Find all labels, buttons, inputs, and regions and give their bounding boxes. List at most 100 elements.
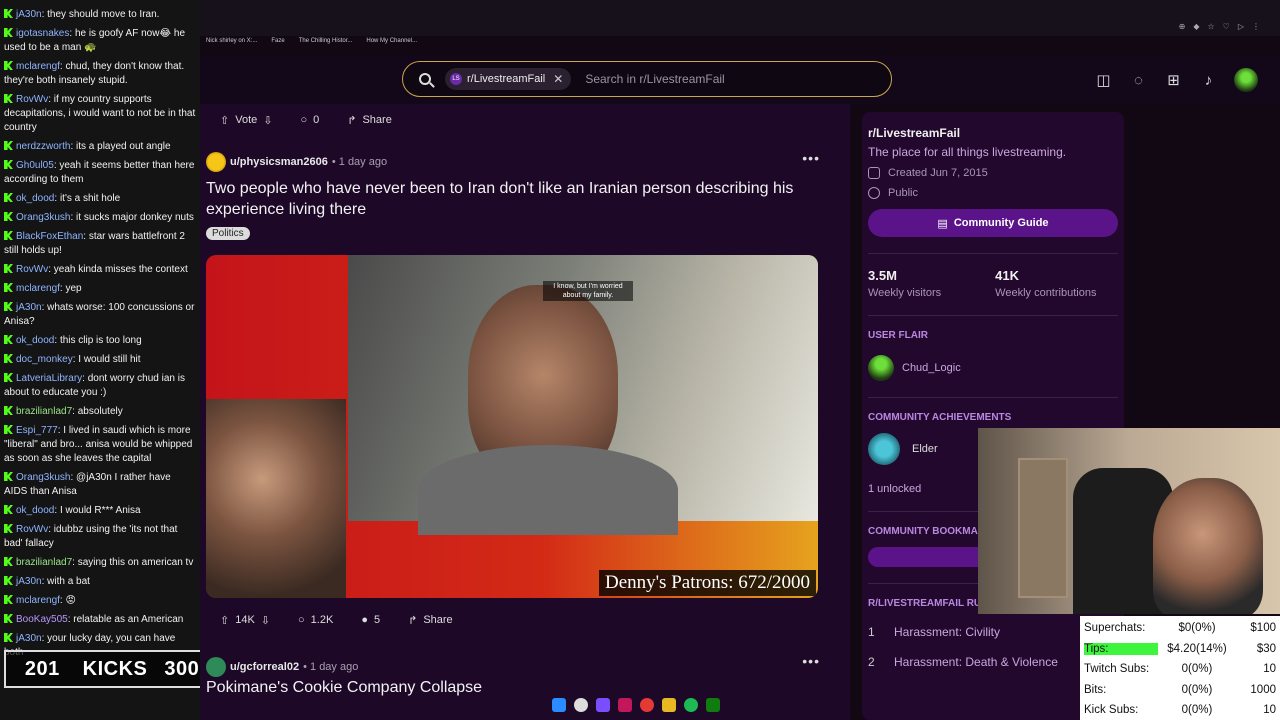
webcam-door <box>1018 458 1068 598</box>
post-title[interactable]: Pokimane's Cookie Company Collapse <box>206 679 482 697</box>
ad-icon[interactable]: ◫ <box>1094 71 1113 90</box>
share-button[interactable]: ↱ Share <box>400 606 461 634</box>
folder-icon[interactable] <box>662 698 676 712</box>
downvote-icon[interactable]: ⇩ <box>261 614 270 627</box>
chat-message: BooKay505: relatable as an American <box>4 613 196 627</box>
upvote-icon[interactable]: ⇧ <box>220 114 229 127</box>
bookmark-item[interactable]: Nick shirley on X:... <box>206 38 257 54</box>
chrome-icon[interactable] <box>640 698 654 712</box>
user-flair[interactable]: Chud_Logic <box>868 355 1118 381</box>
user-avatar[interactable] <box>206 152 226 172</box>
play-icon[interactable]: ▷ <box>1238 22 1244 31</box>
menu-icon[interactable]: ⋮ <box>1252 22 1260 31</box>
kick-badge-icon <box>4 28 13 37</box>
chat-username[interactable]: RovWv <box>16 524 48 535</box>
chat-username[interactable]: nerdzzworth <box>16 141 70 152</box>
chat-message: ok_dood: this clip is too long <box>4 334 196 348</box>
post-author[interactable]: u/gcforreal02 <box>230 661 299 673</box>
vote-button[interactable]: ⇧ 14K ⇩ <box>212 606 278 634</box>
subreddit-chip[interactable]: LS r/LivestreamFail ✕ <box>445 68 572 90</box>
bell-icon[interactable]: ♪ <box>1199 71 1218 90</box>
chat-username[interactable]: mclarengf <box>16 595 60 606</box>
post-video[interactable]: I know, but I'm worried about my family.… <box>206 255 818 598</box>
chat-username[interactable]: igotasnakes <box>16 28 69 39</box>
comments-button[interactable]: ○ 0 <box>292 106 327 134</box>
post-time: • 1 day ago <box>331 156 388 168</box>
chat-username[interactable]: jA30n <box>16 576 42 587</box>
search-bar[interactable]: LS r/LivestreamFail ✕ Search in r/Livest… <box>402 61 892 97</box>
upvote-icon[interactable]: ⇧ <box>220 614 229 627</box>
chat-username[interactable]: Gh0ul05 <box>16 160 54 171</box>
spotify-icon[interactable] <box>684 698 698 712</box>
search-input[interactable]: Search in r/LivestreamFail <box>585 72 724 86</box>
chat-username[interactable]: mclarengf <box>16 283 60 294</box>
chat-username[interactable]: ok_dood <box>16 193 54 204</box>
chat-username[interactable]: jA30n <box>16 9 42 20</box>
share-button[interactable]: ↱ Share <box>339 106 400 134</box>
search-icon[interactable] <box>574 698 588 712</box>
chat-username[interactable]: LatveriaLibrary <box>16 373 82 384</box>
chat-username[interactable]: Orang3kush <box>16 472 70 483</box>
chat-username[interactable]: ok_dood <box>16 335 54 346</box>
chat-username[interactable]: Espi_777 <box>16 425 58 436</box>
award-button[interactable]: ● 5 <box>353 606 388 634</box>
chat-username[interactable]: doc_monkey <box>16 354 73 365</box>
downvote-icon[interactable]: ⇩ <box>263 114 272 127</box>
comments-button[interactable]: ○ 1.2K <box>290 606 341 634</box>
discord-icon[interactable] <box>596 698 610 712</box>
chat-username[interactable]: brazilianlad7 <box>16 406 72 417</box>
chat-username[interactable]: Orang3kush <box>16 212 70 223</box>
bookmark-item[interactable]: How My Channel... <box>366 38 417 54</box>
kick-badge-icon <box>4 61 13 70</box>
chat-username[interactable]: mclarengf <box>16 61 60 72</box>
browser-tabbar: ⊕ ◆ ☆ ♡ ▷ ⋮ <box>200 0 1280 36</box>
vote-button[interactable]: ⇧ Vote ⇩ <box>212 106 280 134</box>
star-icon[interactable]: ☆ <box>1208 22 1215 31</box>
goal-label: Tips: <box>1084 642 1158 655</box>
chat-username[interactable]: jA30n <box>16 633 42 644</box>
shield-icon[interactable]: ◆ <box>1193 22 1199 31</box>
stat-contributions: 41K Weekly contributions <box>995 268 1097 299</box>
create-icon[interactable]: ⊞ <box>1164 71 1183 90</box>
kick-badge-icon <box>4 595 13 604</box>
kick-badge-icon <box>4 193 13 202</box>
more-options-icon[interactable]: ••• <box>802 653 820 669</box>
user-avatar[interactable] <box>206 657 226 677</box>
chat-icon[interactable]: ◌ <box>1129 71 1148 90</box>
stat-visitors: 3.5M Weekly visitors <box>868 268 942 299</box>
chat-message: igotasnakes: he is goofy AF now😂 he used… <box>4 28 186 53</box>
goal-current: 201 <box>24 657 60 680</box>
chat-username[interactable]: BlackFoxEthan <box>16 231 83 242</box>
chat-username[interactable]: ok_dood <box>16 505 54 516</box>
post-title[interactable]: Two people who have never been to Iran d… <box>206 178 816 220</box>
bookmark-item[interactable]: Faze <box>271 38 284 54</box>
chat-message: jA30n: they should move to Iran. <box>4 8 196 22</box>
donation-goals: Superchats: $0(0%) $100 Tips: $4.20(14%) $30 T… <box>1080 616 1280 720</box>
windows-start-icon[interactable] <box>552 698 566 712</box>
chat-username[interactable]: RovWv <box>16 94 48 105</box>
post-author[interactable]: u/physicsman2606 <box>230 156 328 168</box>
chat-username[interactable]: BooKay505 <box>16 614 68 625</box>
zoom-icon[interactable]: ⊕ <box>1179 22 1186 31</box>
chat-username[interactable]: brazilianlad7 <box>16 557 72 568</box>
more-options-icon[interactable]: ••• <box>802 150 820 166</box>
goal-row: Tips: $4.20(14%) $30 <box>1084 639 1276 660</box>
heart-icon[interactable]: ♡ <box>1223 22 1230 31</box>
bookmark-item[interactable]: The Chilling Histor... <box>299 38 353 54</box>
chat-username[interactable]: RovWv <box>16 264 48 275</box>
avatar[interactable] <box>1234 68 1258 92</box>
share-icon: ↱ <box>347 114 357 127</box>
chat-message: BlackFoxEthan: star wars battlefront 2 s… <box>4 231 185 256</box>
goal-value: 0(0%) <box>1181 704 1213 717</box>
close-icon[interactable]: ✕ <box>553 72 563 86</box>
comment-icon: ○ <box>298 614 305 626</box>
obs-icon[interactable] <box>618 698 632 712</box>
subreddit-logo-icon: LS <box>450 73 462 85</box>
post-meta: u/gcforreal02 • 1 day ago <box>206 657 358 677</box>
xbox-icon[interactable] <box>706 698 720 712</box>
community-name[interactable]: r/LivestreamFail <box>868 126 1118 140</box>
chat-username[interactable]: jA30n <box>16 302 42 313</box>
community-guide-button[interactable]: ▤ Community Guide <box>868 209 1118 237</box>
post-flair[interactable]: Politics <box>206 227 250 240</box>
kick-badge-icon <box>4 505 13 514</box>
